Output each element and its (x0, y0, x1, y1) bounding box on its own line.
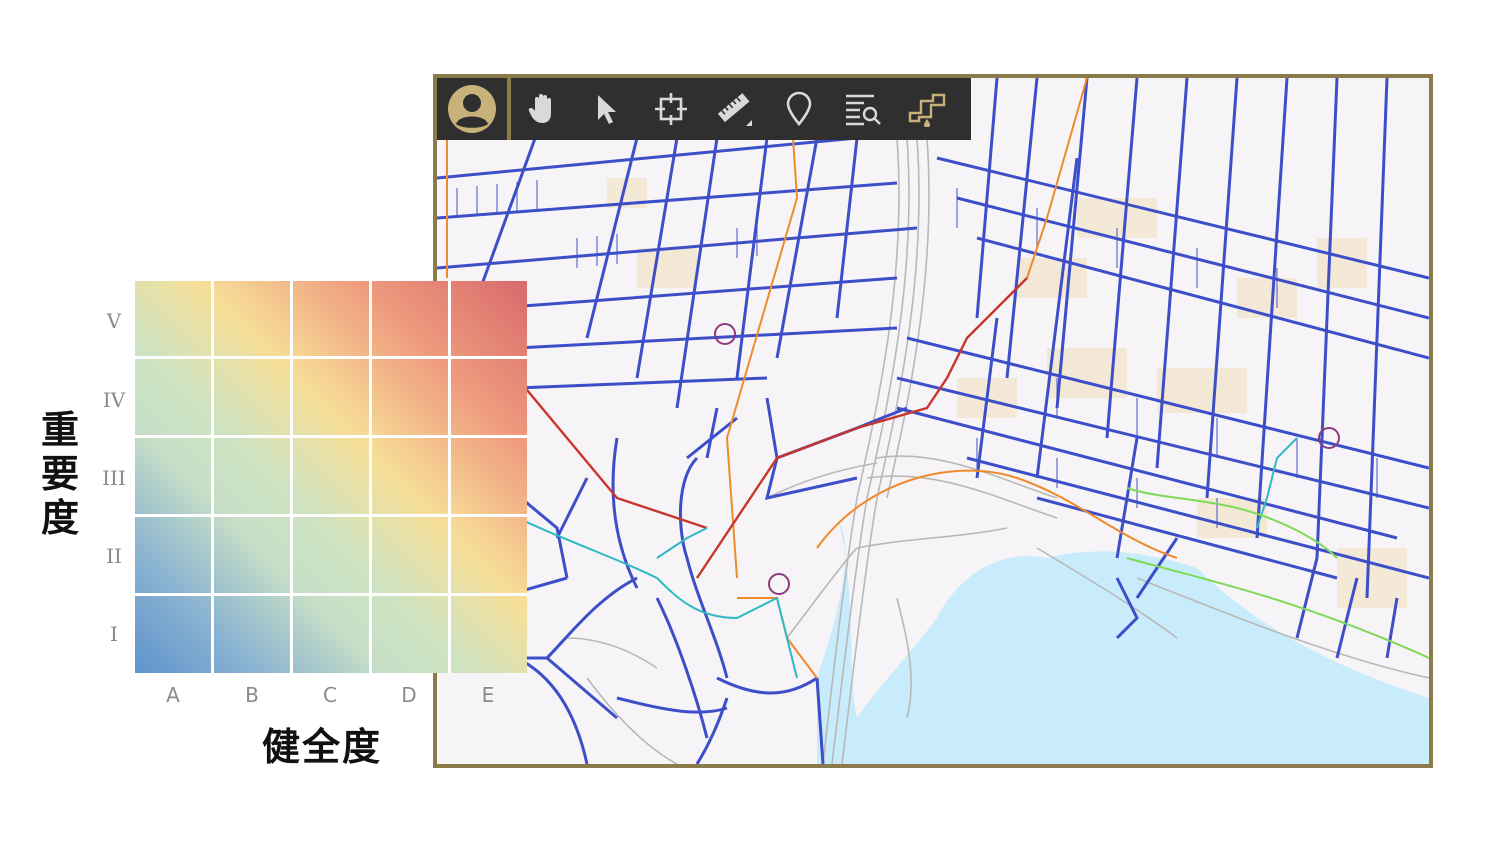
column-label-b: B (245, 683, 259, 707)
pipe-flow-icon (908, 93, 946, 127)
matrix-grid-line (290, 281, 293, 673)
column-label-c: C (323, 683, 337, 707)
pan-tool-button[interactable] (511, 78, 575, 140)
matrix-grid-line (135, 356, 527, 359)
matrix-grid-line (448, 281, 451, 673)
location-tool-button[interactable] (767, 78, 831, 140)
pan-hand-icon (528, 94, 551, 123)
measure-tool-button[interactable] (703, 78, 767, 140)
soundness-axis-title: 健全度 (262, 725, 383, 769)
user-icon (448, 85, 496, 133)
row-label-v: V (106, 309, 122, 333)
row-label-ii: II (106, 544, 122, 568)
matrix-grid-line (135, 514, 527, 517)
row-label-iv: IV (102, 388, 126, 412)
measure-ruler-icon (717, 93, 752, 126)
column-label-e: E (481, 683, 495, 707)
map-toolbar (437, 78, 971, 140)
map-view[interactable] (433, 74, 1433, 768)
matrix-grid-line (135, 593, 527, 596)
importance-axis-title: 重 要 度 (36, 408, 84, 540)
pipe-network-map[interactable] (437, 78, 1429, 764)
location-pin-icon (786, 91, 812, 127)
search-tool-button[interactable] (831, 78, 895, 140)
search-list-icon (846, 94, 881, 126)
importance-title-char: 度 (40, 496, 79, 540)
column-label-d: D (401, 683, 417, 707)
select-arrow-icon (598, 95, 616, 124)
matrix-grid-line (135, 435, 527, 438)
matrix-grid-line (369, 281, 372, 673)
importance-title-char: 重 (40, 408, 79, 452)
extent-crosshair-icon (655, 93, 687, 125)
importance-title-char: 要 (40, 452, 79, 496)
select-tool-button[interactable] (575, 78, 639, 140)
pipe-flow-tool-button[interactable] (895, 78, 959, 140)
matrix-grid-line (211, 281, 214, 673)
risk-matrix (135, 281, 527, 673)
row-label-i: I (110, 622, 118, 646)
extent-tool-button[interactable] (639, 78, 703, 140)
user-button[interactable] (437, 78, 511, 140)
column-label-a: A (166, 683, 180, 707)
row-label-iii: III (102, 466, 126, 490)
